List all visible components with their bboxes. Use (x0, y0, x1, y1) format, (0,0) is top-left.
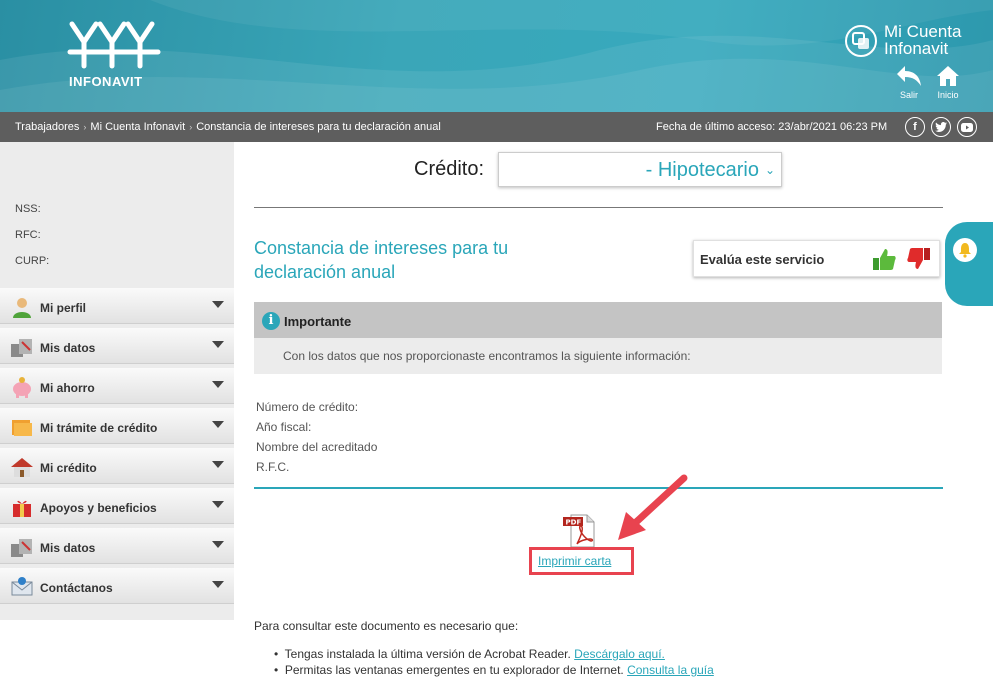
download-acrobat-link[interactable]: Descárgalo aquí. (574, 647, 665, 661)
important-title: Importante (284, 314, 352, 329)
curp-label: CURP: (15, 255, 50, 267)
logout-button[interactable]: Salir (889, 64, 929, 100)
folder-icon (12, 420, 32, 436)
logout-label: Salir (899, 90, 918, 100)
sidebar-item-mis-datos-2[interactable]: Mis datos (0, 528, 234, 564)
breadcrumb-mi-cuenta[interactable]: Mi Cuenta Infonavit (90, 121, 185, 133)
requirement-item-acrobat: • Tengas instalada la última versión de … (274, 647, 665, 661)
nss-label: NSS: (15, 203, 41, 215)
chevron-down-icon (212, 341, 224, 348)
sidebar-item-label: Mi perfil (40, 301, 87, 315)
sidebar-item-mi-tramite-de-credito[interactable]: Mi trámite de crédito (0, 408, 234, 444)
sidebar-item-label: Mis datos (40, 341, 96, 355)
mail-icon (11, 577, 33, 596)
twitter-bird-glyph (935, 122, 947, 132)
annotation-arrow (618, 474, 688, 540)
chevron-down-icon (212, 421, 224, 428)
credit-select[interactable]: - Hipotecario ⌄ (498, 152, 782, 187)
thumbs-up-icon[interactable] (871, 246, 897, 272)
house-icon (11, 458, 33, 477)
bell-glyph (959, 243, 971, 258)
requirement-text: Tengas instalada la última versión de Ac… (284, 647, 575, 661)
logout-arrow-icon (897, 66, 921, 86)
requirement-text: Permitas las ventanas emergentes en tu e… (284, 663, 628, 677)
chevron-down-icon (212, 461, 224, 468)
boxes-icon (11, 539, 32, 557)
requirement-item-popups: • Permitas las ventanas emergentes en tu… (274, 663, 714, 677)
pdf-icon-label: PDF (566, 519, 582, 527)
mi-cuenta-title-line1: Mi Cuenta (884, 22, 962, 41)
chevron-down-icon (212, 301, 224, 308)
home-button[interactable]: Inicio (928, 64, 968, 100)
bullet-dot: • (274, 647, 285, 661)
boxes-icon (11, 339, 32, 357)
important-header: i Importante (254, 302, 942, 338)
sidebar-item-mis-datos[interactable]: Mis datos (0, 328, 234, 364)
breadcrumb-trabajadores[interactable]: Trabajadores (15, 121, 79, 133)
sidebar-item-mi-perfil[interactable]: Mi perfil (0, 288, 234, 324)
sidebar-item-mi-ahorro[interactable]: Mi ahorro (0, 368, 234, 404)
twitter-icon[interactable] (931, 117, 951, 137)
print-letter-link[interactable]: Imprimir carta (538, 554, 611, 568)
breadcrumb-current-page: Constancia de intereses para tu declarac… (196, 121, 441, 133)
evaluate-service-box: Evalúa este servicio (693, 240, 940, 277)
evaluate-service-label: Evalúa este servicio (700, 252, 825, 267)
facebook-icon[interactable]: f (905, 117, 925, 137)
sidebar-item-label: Mi crédito (40, 461, 97, 475)
field-numero-credito: Número de crédito: (256, 400, 359, 414)
credit-label: Crédito: (414, 158, 485, 180)
important-text: Con los datos que nos proporcionaste enc… (283, 349, 691, 363)
breadcrumb: Trabajadores › Mi Cuenta Infonavit › Constan… (15, 121, 441, 133)
bullet-dot: • (274, 663, 285, 677)
breadcrumb-bar: Trabajadores › Mi Cuenta Infonavit › Constan… (0, 112, 993, 142)
sidebar-item-label: Mi ahorro (40, 381, 95, 395)
home-label: Inicio (937, 90, 959, 100)
header: INFONAVIT Mi Cuenta Infonavit Salir Inic… (0, 0, 993, 112)
sidebar-item-label: Mi trámite de crédito (40, 421, 158, 435)
chevron-down-icon (212, 581, 224, 588)
mi-cuenta-logo-icon[interactable] (844, 24, 878, 58)
notification-side-tab[interactable] (945, 222, 993, 306)
sidebar-item-label: Mis datos (40, 541, 96, 555)
credit-select-value: - Hipotecario (645, 159, 759, 181)
rfc-label: RFC: (15, 229, 41, 241)
info-icon: i (262, 312, 280, 330)
user-icon (13, 298, 31, 318)
bell-icon (953, 238, 977, 262)
youtube-icon[interactable] (957, 117, 977, 137)
pdf-icon[interactable]: PDF (563, 514, 595, 548)
brand-name: INFONAVIT (69, 74, 143, 89)
sidebar-item-label: Contáctanos (40, 581, 113, 595)
home-icon (937, 66, 959, 86)
field-rfc: R.F.C. (256, 460, 290, 474)
sidebar-item-mi-credito[interactable]: Mi crédito (0, 448, 234, 484)
thumbs-down-icon[interactable] (906, 246, 932, 272)
mi-cuenta-title: Mi Cuenta Infonavit (884, 23, 961, 57)
important-body: Con los datos que nos proporcionaste enc… (254, 338, 942, 374)
breadcrumb-separator: › (83, 122, 87, 132)
sidebar-item-apoyos-y-beneficios[interactable]: Apoyos y beneficios (0, 488, 234, 524)
piggy-bank-icon (13, 377, 31, 398)
field-ano-fiscal: Año fiscal: (256, 420, 312, 434)
breadcrumb-separator: › (189, 122, 193, 132)
mi-cuenta-title-line2: Infonavit (884, 39, 949, 58)
consult-guide-link[interactable]: Consulta la guía (627, 663, 714, 677)
chevron-down-icon: ⌄ (764, 163, 775, 177)
last-access-text: Fecha de último acceso: 23/abr/2021 06:2… (656, 121, 888, 133)
youtube-play-glyph (961, 122, 973, 132)
chevron-down-icon (212, 381, 224, 388)
divider (254, 207, 943, 208)
gift-icon (13, 500, 31, 517)
requirements-note: Para consultar este documento es necesar… (254, 619, 519, 633)
section-divider (254, 487, 943, 489)
field-nombre-acreditado: Nombre del acreditado (256, 440, 378, 454)
chevron-down-icon (212, 541, 224, 548)
chevron-down-icon (212, 501, 224, 508)
sidebar: NSS: RFC: CURP: Mi perfil Mis datos Mi a… (0, 142, 234, 620)
sidebar-item-label: Apoyos y beneficios (40, 501, 157, 515)
page-title: Constancia de intereses para tu declarac… (254, 238, 509, 282)
sidebar-item-contactanos[interactable]: Contáctanos (0, 568, 234, 604)
